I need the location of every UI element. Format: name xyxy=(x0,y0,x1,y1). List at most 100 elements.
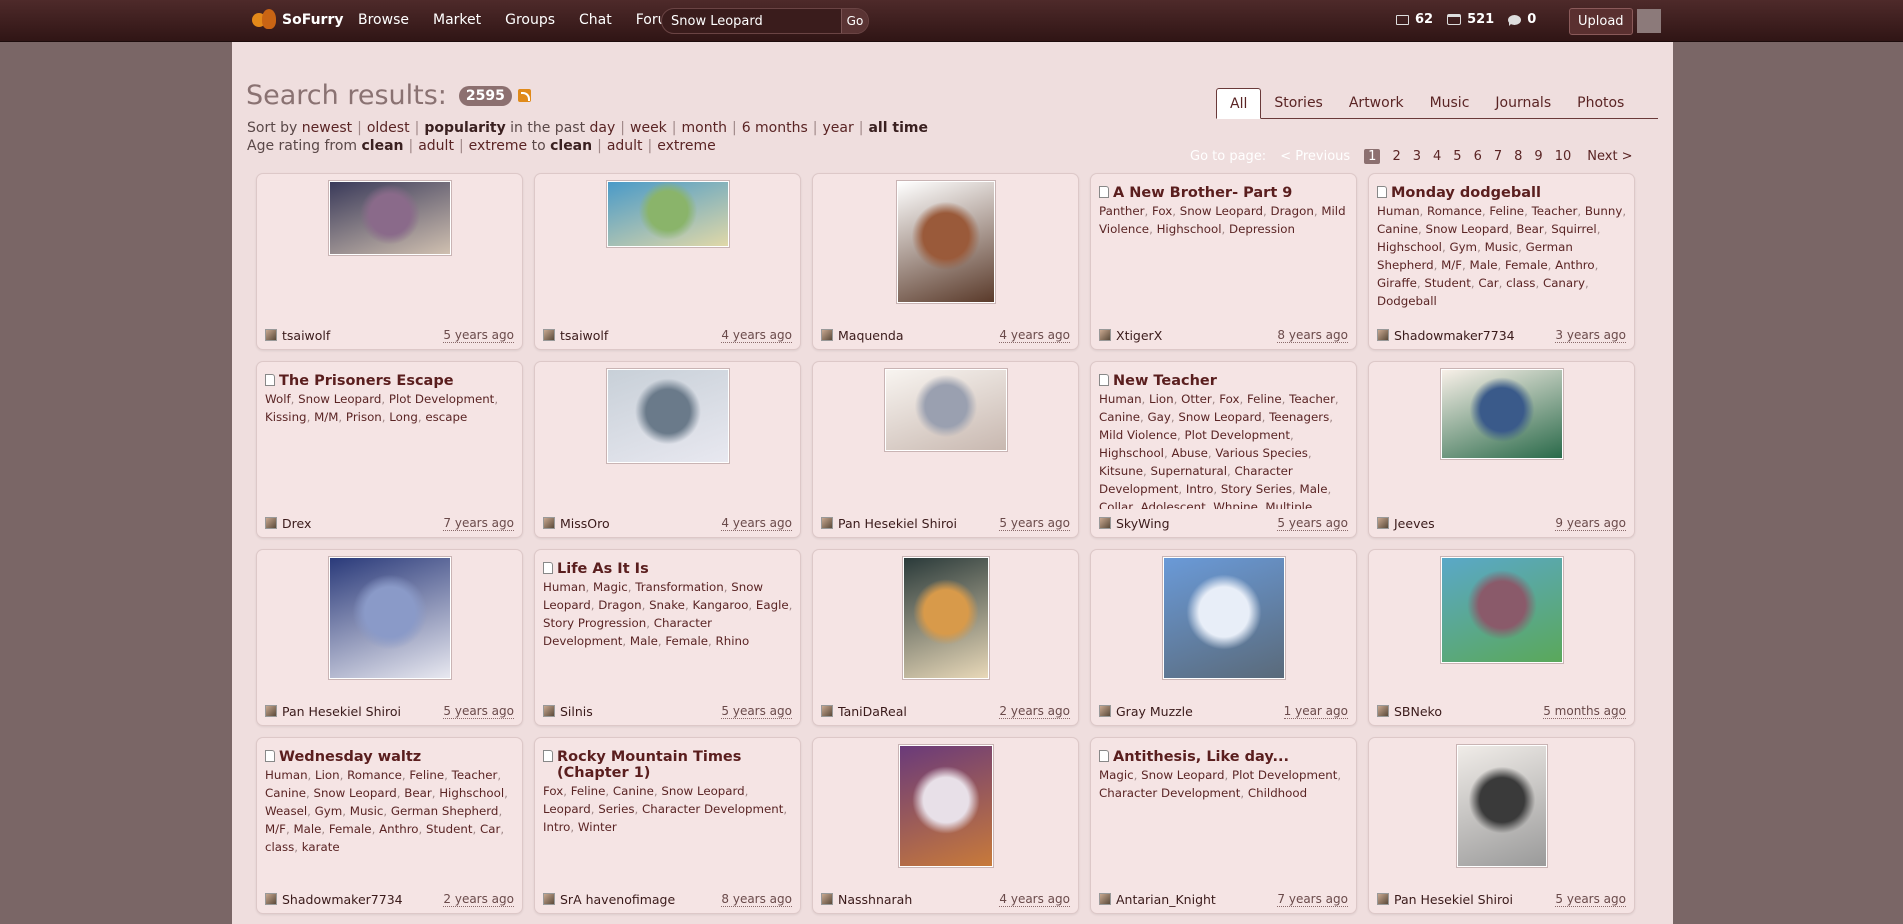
comments-stat[interactable]: 0 xyxy=(1508,12,1536,27)
tag-link[interactable]: Various Species xyxy=(1215,446,1308,460)
tag-link[interactable]: Prison xyxy=(346,410,382,424)
tab-music[interactable]: Music xyxy=(1417,88,1483,118)
user-avatar-icon[interactable] xyxy=(265,705,277,717)
username-link[interactable]: Maquenda xyxy=(838,328,999,343)
tag-link[interactable]: Student xyxy=(1424,276,1470,290)
page-6[interactable]: 6 xyxy=(1474,149,1482,164)
artwork-result-card[interactable]: Pan Hesekiel Shiroi 5 years ago xyxy=(1368,737,1635,914)
artwork-thumbnail[interactable] xyxy=(1161,556,1286,680)
tag-link[interactable]: Character Development xyxy=(642,802,783,816)
rss-icon[interactable] xyxy=(517,89,531,102)
page-9[interactable]: 9 xyxy=(1534,149,1542,164)
username-link[interactable]: Pan Hesekiel Shiroi xyxy=(1394,892,1555,907)
user-avatar-icon[interactable] xyxy=(1099,517,1111,529)
tag-link[interactable]: Bear xyxy=(1516,222,1543,236)
tag-link[interactable]: Gym xyxy=(1449,240,1477,254)
tag-link[interactable]: Kissing xyxy=(265,410,307,424)
artwork-thumbnail[interactable] xyxy=(1455,744,1548,868)
username-link[interactable]: Nasshnarah xyxy=(838,892,999,907)
tag-link[interactable]: Abuse xyxy=(1171,446,1207,460)
tag-link[interactable]: Story Series xyxy=(1221,482,1292,496)
tag-link[interactable]: Male xyxy=(293,822,321,836)
user-avatar-icon[interactable] xyxy=(1377,517,1389,529)
story-title[interactable]: Monday dodgeball xyxy=(1377,185,1626,201)
tag-link[interactable]: Depression xyxy=(1229,222,1295,236)
tag-link[interactable]: Snow Leopard xyxy=(661,784,744,798)
tag-link[interactable]: Teacher xyxy=(1289,392,1335,406)
story-result-card[interactable]: Rocky Mountain Times (Chapter 1) Fox, Fel… xyxy=(534,737,801,914)
tag-link[interactable]: escape xyxy=(425,410,467,424)
artwork-thumbnail[interactable] xyxy=(605,180,730,248)
tag-link[interactable]: karate xyxy=(302,840,340,854)
age-from-adult[interactable]: adult xyxy=(418,138,454,154)
page-8[interactable]: 8 xyxy=(1514,149,1522,164)
story-title[interactable]: Antithesis, Like day... xyxy=(1099,749,1348,765)
tab-journals[interactable]: Journals xyxy=(1482,88,1564,118)
sort-popularity[interactable]: popularity xyxy=(424,120,505,136)
tag-link[interactable]: Teacher xyxy=(452,768,498,782)
artwork-result-card[interactable]: SBNeko 5 months ago xyxy=(1368,549,1635,726)
story-result-card[interactable]: The Prisoners Escape Wolf, Snow Leopard, … xyxy=(256,361,523,538)
tag-link[interactable]: Highschool xyxy=(1099,446,1164,460)
user-avatar-icon[interactable] xyxy=(1377,329,1389,341)
period-year[interactable]: year xyxy=(823,120,854,136)
tag-link[interactable]: Adolescent xyxy=(1141,500,1206,509)
username-link[interactable]: SBNeko xyxy=(1394,704,1543,719)
user-avatar-icon[interactable] xyxy=(1099,329,1111,341)
tag-link[interactable]: Feline xyxy=(409,768,444,782)
page-10[interactable]: 10 xyxy=(1555,149,1572,164)
tag-link[interactable]: Feline xyxy=(1489,204,1524,218)
upload-button[interactable]: Upload xyxy=(1569,8,1633,35)
tag-link[interactable]: Snow Leopard xyxy=(313,786,396,800)
tag-link[interactable]: Leopard xyxy=(543,802,591,816)
tag-link[interactable]: Canine xyxy=(1099,410,1140,424)
tag-link[interactable]: Squirrel xyxy=(1551,222,1597,236)
age-to-adult[interactable]: adult xyxy=(607,138,643,154)
tag-link[interactable]: German Shepherd xyxy=(391,804,499,818)
tag-link[interactable]: Whpine xyxy=(1213,500,1258,509)
tag-link[interactable]: Series xyxy=(598,802,634,816)
story-result-card[interactable]: New Teacher Human, Lion, Otter, Fox, Feli… xyxy=(1090,361,1357,538)
story-result-card[interactable]: Monday dodgeball Human, Romance, Feline, … xyxy=(1368,173,1635,350)
tag-link[interactable]: Anthro xyxy=(1555,258,1594,272)
tag-link[interactable]: Eagle xyxy=(756,598,789,612)
tag-link[interactable]: Plot Development xyxy=(1185,428,1290,442)
site-logo[interactable]: SoFurry xyxy=(252,9,343,31)
period-6-months[interactable]: 6 months xyxy=(742,120,808,136)
artwork-result-card[interactable]: MissOro 4 years ago xyxy=(534,361,801,538)
username-link[interactable]: Jeeves xyxy=(1394,516,1555,531)
tag-link[interactable]: Feline xyxy=(571,784,606,798)
tag-link[interactable]: Multiple xyxy=(1265,500,1312,509)
tag-link[interactable]: Romance xyxy=(347,768,402,782)
tag-link[interactable]: Snow Leopard xyxy=(298,392,381,406)
tag-link[interactable]: Human xyxy=(1377,204,1420,218)
tag-link[interactable]: Dragon xyxy=(1270,204,1313,218)
nav-groups[interactable]: Groups xyxy=(505,12,555,28)
username-link[interactable]: TaniDaReal xyxy=(838,704,999,719)
tab-photos[interactable]: Photos xyxy=(1564,88,1637,118)
tag-link[interactable]: Plot Development xyxy=(389,392,494,406)
user-avatar-icon[interactable] xyxy=(1377,705,1389,717)
tag-link[interactable]: Canine xyxy=(613,784,654,798)
user-avatar[interactable] xyxy=(1637,9,1661,33)
username-link[interactable]: Gray Muzzle xyxy=(1116,704,1284,719)
page-2[interactable]: 2 xyxy=(1392,149,1400,164)
story-result-card[interactable]: A New Brother- Part 9 Panther, Fox, Snow … xyxy=(1090,173,1357,350)
tag-link[interactable]: Male xyxy=(630,634,658,648)
tag-link[interactable]: Fox xyxy=(1219,392,1239,406)
user-avatar-icon[interactable] xyxy=(265,329,277,341)
tag-link[interactable]: Anthro xyxy=(379,822,418,836)
page-7[interactable]: 7 xyxy=(1494,149,1502,164)
user-avatar-icon[interactable] xyxy=(1099,705,1111,717)
tag-link[interactable]: Canine xyxy=(265,786,306,800)
tag-link[interactable]: Rhino xyxy=(716,634,750,648)
tag-link[interactable]: Story Progression xyxy=(543,616,646,630)
tag-link[interactable]: Kitsune xyxy=(1099,464,1143,478)
artwork-result-card[interactable]: Gray Muzzle 1 year ago xyxy=(1090,549,1357,726)
username-link[interactable]: XtigerX xyxy=(1116,328,1277,343)
user-avatar-icon[interactable] xyxy=(543,517,555,529)
tag-link[interactable]: Intro xyxy=(1186,482,1213,496)
tag-link[interactable]: Dragon xyxy=(598,598,641,612)
artwork-result-card[interactable]: Pan Hesekiel Shiroi 5 years ago xyxy=(256,549,523,726)
artwork-thumbnail[interactable] xyxy=(895,180,996,304)
